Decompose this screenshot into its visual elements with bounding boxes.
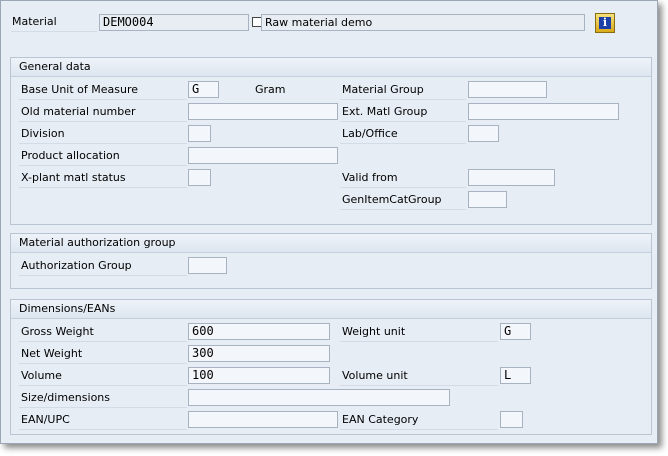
genitemcatgroup-label: GenItemCatGroup bbox=[342, 193, 442, 206]
xplant-status-label: X-plant matl status bbox=[21, 171, 126, 184]
base-uom-field[interactable]: G bbox=[188, 81, 219, 98]
volume-field[interactable]: 100 bbox=[188, 367, 330, 384]
valid-from-label: Valid from bbox=[342, 171, 398, 184]
ext-matl-group-label: Ext. Matl Group bbox=[342, 105, 428, 118]
authorization-group-field[interactable] bbox=[188, 257, 227, 274]
gross-weight-label: Gross Weight bbox=[21, 325, 94, 338]
xplant-status-field[interactable] bbox=[188, 169, 211, 186]
row-divider bbox=[19, 121, 187, 122]
dimensions-eans-group: Dimensions/EANs Gross Weight 600 Weight … bbox=[10, 299, 652, 435]
row-divider bbox=[19, 165, 187, 166]
row-divider bbox=[340, 385, 498, 386]
ean-upc-field[interactable] bbox=[188, 411, 338, 428]
weight-unit-label: Weight unit bbox=[342, 325, 406, 338]
row-divider bbox=[19, 341, 187, 342]
lab-office-label: Lab/Office bbox=[342, 127, 398, 140]
row-divider bbox=[19, 363, 187, 364]
volume-unit-field[interactable]: L bbox=[500, 367, 531, 384]
size-dimensions-field[interactable] bbox=[188, 389, 450, 406]
info-button[interactable]: i bbox=[595, 13, 615, 33]
net-weight-field[interactable]: 300 bbox=[188, 345, 330, 362]
material-description-field[interactable]: Raw material demo bbox=[261, 14, 585, 31]
row-divider bbox=[340, 99, 466, 100]
size-dimensions-label: Size/dimensions bbox=[21, 391, 110, 404]
row-divider bbox=[340, 187, 466, 188]
material-group-field[interactable] bbox=[468, 81, 547, 98]
old-material-field[interactable] bbox=[188, 103, 338, 120]
genitemcatgroup-field[interactable] bbox=[468, 191, 507, 208]
row-divider bbox=[19, 99, 187, 100]
material-number-field[interactable]: DEMO004 bbox=[99, 14, 249, 31]
ext-matl-group-field[interactable] bbox=[468, 103, 619, 120]
division-field[interactable] bbox=[188, 125, 211, 142]
row-divider bbox=[19, 187, 187, 188]
row-divider bbox=[340, 209, 466, 210]
row-divider bbox=[340, 429, 498, 430]
volume-unit-label: Volume unit bbox=[342, 369, 408, 382]
row-divider bbox=[19, 429, 187, 430]
base-uom-text: Gram bbox=[255, 83, 286, 96]
valid-from-field[interactable] bbox=[468, 169, 555, 186]
material-label: Material bbox=[12, 15, 57, 28]
authorization-group-title: Material authorization group bbox=[11, 234, 651, 253]
product-allocation-label: Product allocation bbox=[21, 149, 120, 162]
ean-upc-label: EAN/UPC bbox=[21, 413, 70, 426]
ean-category-field[interactable] bbox=[500, 411, 523, 428]
authorization-group-label: Authorization Group bbox=[21, 259, 132, 272]
info-icon: i bbox=[599, 17, 611, 29]
row-divider bbox=[19, 385, 187, 386]
general-data-group: General data Base Unit of Measure G Gram… bbox=[10, 57, 652, 225]
volume-label: Volume bbox=[21, 369, 62, 382]
row-divider bbox=[19, 275, 187, 276]
row-divider bbox=[19, 143, 187, 144]
authorization-group: Material authorization group Authorizati… bbox=[10, 233, 652, 289]
ean-category-label: EAN Category bbox=[342, 413, 419, 426]
net-weight-label: Net Weight bbox=[21, 347, 83, 360]
general-data-title: General data bbox=[11, 58, 651, 77]
base-uom-label: Base Unit of Measure bbox=[21, 83, 139, 96]
gross-weight-field[interactable]: 600 bbox=[188, 323, 330, 340]
material-master-screen: Material DEMO004 Raw material demo i Gen… bbox=[0, 0, 658, 444]
row-divider bbox=[340, 143, 466, 144]
lab-office-field[interactable] bbox=[468, 125, 499, 142]
division-label: Division bbox=[21, 127, 65, 140]
row-divider bbox=[340, 121, 466, 122]
old-material-label: Old material number bbox=[21, 105, 136, 118]
weight-unit-field[interactable]: G bbox=[500, 323, 531, 340]
material-label-underline bbox=[11, 31, 97, 32]
dimensions-eans-title: Dimensions/EANs bbox=[11, 300, 651, 319]
row-divider bbox=[19, 407, 187, 408]
material-group-label: Material Group bbox=[342, 83, 424, 96]
row-divider bbox=[340, 341, 498, 342]
product-allocation-field[interactable] bbox=[188, 147, 338, 164]
